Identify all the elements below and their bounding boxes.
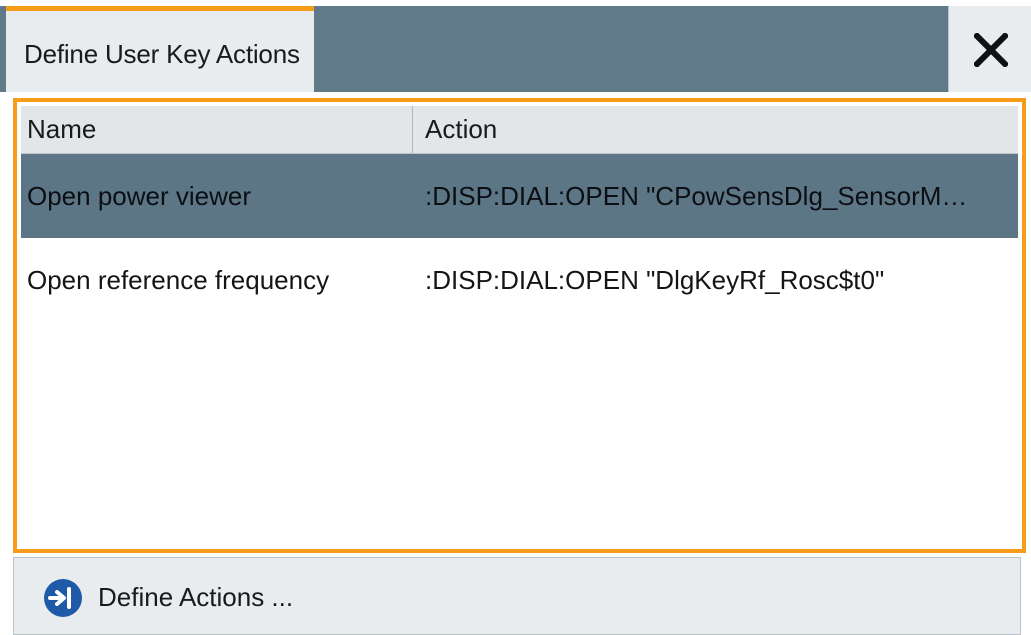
define-actions-button[interactable]: Define Actions ... [13, 557, 1021, 635]
user-key-actions-table[interactable]: Name Action Open power viewer :DISP:DIAL… [13, 98, 1026, 553]
dialog-title: Define User Key Actions [24, 39, 300, 69]
define-actions-label: Define Actions ... [98, 582, 294, 612]
dialog-title-tab: Define User Key Actions [6, 6, 314, 92]
column-header-name[interactable]: Name [21, 106, 413, 153]
row-action-cell: :DISP:DIAL:OPEN "CPowSensDlg_SensorM… [425, 181, 968, 211]
column-header-action[interactable]: Action [419, 106, 1009, 153]
table-row[interactable]: Open reference frequency :DISP:DIAL:OPEN… [21, 238, 1018, 322]
table-row[interactable]: Open power viewer :DISP:DIAL:OPEN "CPowS… [21, 154, 1018, 238]
arrow-right-icon [44, 579, 82, 617]
row-name-cell: Open reference frequency [27, 265, 330, 295]
row-name-cell: Open power viewer [27, 181, 251, 211]
table-header: Name Action [21, 106, 1018, 154]
row-action-cell: :DISP:DIAL:OPEN "DlgKeyRf_Rosc$t0" [425, 265, 885, 295]
close-button[interactable] [948, 6, 1031, 92]
close-icon [974, 33, 1008, 67]
